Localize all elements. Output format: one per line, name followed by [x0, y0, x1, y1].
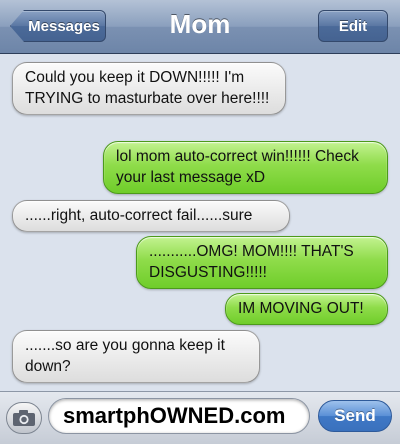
camera-icon-glyph [13, 410, 35, 426]
message-bubble-sent: ...........OMG! MOM!!!! THAT'S DISGUSTIN… [136, 236, 388, 289]
message-bubble-received: ......right, auto-correct fail......sure [12, 200, 290, 232]
message-bubble-sent: IM MOVING OUT! [225, 293, 388, 325]
camera-icon[interactable] [6, 402, 42, 434]
edit-button[interactable]: Edit [318, 10, 388, 42]
message-bubble-received: Could you keep it DOWN!!!!! I'm TRYING t… [12, 62, 286, 115]
message-bubble-received: .......so are you gonna keep it down? [12, 330, 260, 383]
composer-bar: smartphOWNED.com Send [0, 391, 400, 444]
message-input[interactable]: smartphOWNED.com [48, 398, 310, 434]
message-bubble-sent: lol mom auto-correct win!!!!!! Check you… [103, 141, 388, 194]
navigation-bar: Messages Mom Edit [0, 0, 400, 54]
send-button[interactable]: Send [318, 400, 392, 432]
